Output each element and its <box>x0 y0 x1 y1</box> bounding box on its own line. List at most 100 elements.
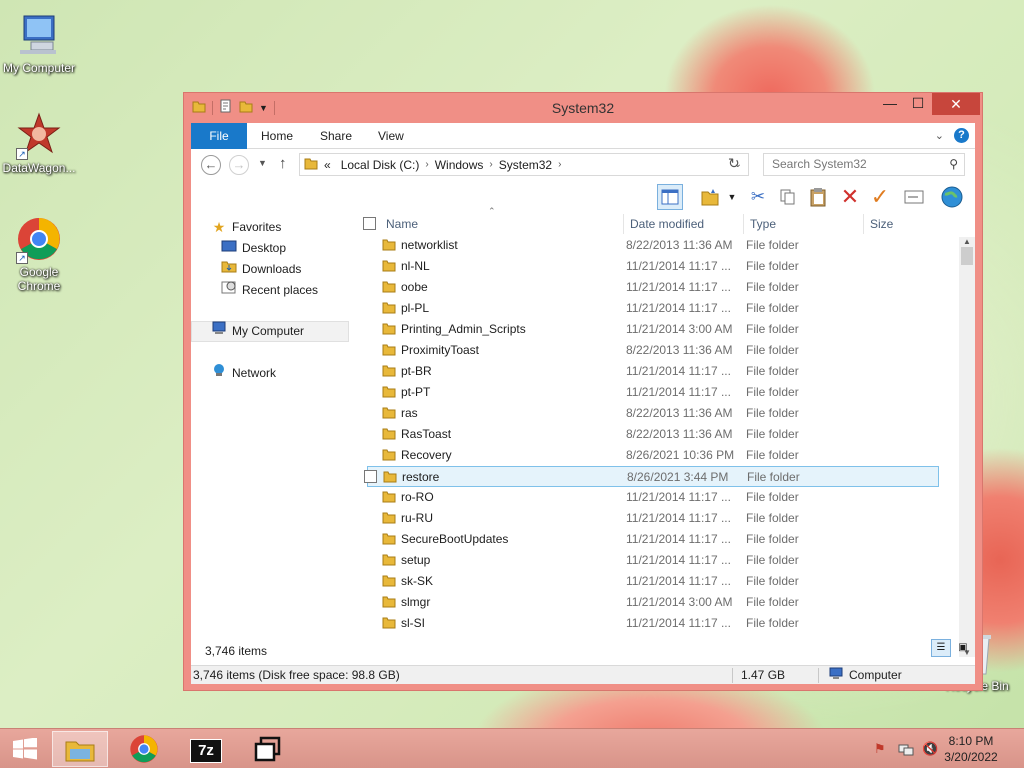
maximize-button[interactable]: ☐ <box>904 95 932 117</box>
explorer-window[interactable]: ▼ System32 — ☐ ✕ File Home Share View ⌄ … <box>183 92 983 691</box>
tab-share[interactable]: Share <box>320 123 352 149</box>
large-icons-view-icon[interactable]: ▣ <box>953 639 973 657</box>
chevron-right-icon[interactable]: › <box>425 159 428 170</box>
start-button[interactable] <box>0 731 50 767</box>
taskbar-clock[interactable]: 8:10 PM 3/20/2022 <box>926 733 1016 765</box>
tab-home[interactable]: Home <box>261 123 293 149</box>
chrome-icon: ↗ <box>16 216 62 264</box>
taskbar-task-switch[interactable] <box>240 731 296 767</box>
table-row[interactable]: pt-PT 11/21/2014 11:17 ... File folder <box>367 382 939 403</box>
chevron-down-icon[interactable]: ▼ <box>719 184 745 210</box>
table-row[interactable]: nl-NL 11/21/2014 11:17 ... File folder <box>367 256 939 277</box>
tab-view[interactable]: View <box>378 123 404 149</box>
taskbar-chrome[interactable] <box>116 731 172 767</box>
nav-recent-places[interactable]: Recent places <box>221 280 318 301</box>
network-tray-icon[interactable] <box>898 729 914 768</box>
address-row: ← → ▼ ↑ « Local Disk (C:) › Windows › Sy… <box>191 149 975 181</box>
file-date-modified: 11/21/2014 11:17 ... <box>626 301 731 315</box>
paste-icon[interactable] <box>805 184 831 210</box>
nav-desktop[interactable]: Desktop <box>221 238 286 259</box>
recent-locations-dropdown[interactable]: ▼ <box>258 158 267 168</box>
folder-icon <box>383 471 397 483</box>
table-row[interactable]: networklist 8/22/2013 11:36 AM File folder <box>367 235 939 256</box>
globe-icon[interactable] <box>939 184 965 210</box>
vertical-scrollbar[interactable]: ▲ ▼ <box>959 237 975 657</box>
scroll-thumb[interactable] <box>961 247 973 265</box>
table-row[interactable]: restore 8/26/2021 3:44 PM File folder <box>364 466 939 487</box>
table-row[interactable]: sk-SK 11/21/2014 11:17 ... File folder <box>367 571 939 592</box>
desktop-icon-datawagon[interactable]: ↗ DataWagon... <box>0 112 78 175</box>
table-row[interactable]: Recovery 8/26/2021 10:36 PM File folder <box>367 445 939 466</box>
table-row[interactable]: ProximityToast 8/22/2013 11:36 AM File fol… <box>367 340 939 361</box>
column-header-size[interactable]: Size <box>870 211 893 237</box>
nav-label: Network <box>232 366 277 380</box>
nav-downloads[interactable]: Downloads <box>221 259 301 280</box>
delete-icon[interactable]: ✕ <box>837 184 863 210</box>
action-center-flag-icon[interactable]: ⚑ <box>874 729 886 768</box>
table-row[interactable]: oobe 11/21/2014 11:17 ... File folder <box>367 277 939 298</box>
desktop-icon-my-computer[interactable]: My Computer <box>0 12 78 75</box>
cut-icon[interactable]: ✂ <box>745 184 771 210</box>
row-checkbox[interactable] <box>364 470 377 483</box>
refresh-icon[interactable]: ↻ <box>728 155 740 172</box>
table-row[interactable]: SecureBootUpdates 11/21/2014 11:17 ... Fil… <box>367 529 939 550</box>
table-row[interactable]: pl-PL 11/21/2014 11:17 ... File folder <box>367 298 939 319</box>
preview-pane-icon[interactable] <box>657 184 683 210</box>
copy-icon[interactable] <box>775 184 801 210</box>
breadcrumb-system32[interactable]: System32 <box>499 158 552 172</box>
nav-favorites[interactable]: ★ Favorites <box>211 217 282 238</box>
status-items: 3,746 items (Disk free space: 98.8 GB) <box>193 668 400 682</box>
file-type: File folder <box>746 343 799 357</box>
back-button[interactable]: ← <box>201 155 221 175</box>
column-header-type[interactable]: Type <box>750 211 776 237</box>
desktop-icon-google-chrome[interactable]: ↗ Google Chrome <box>0 216 78 293</box>
rename-icon[interactable] <box>901 184 927 210</box>
folder-icon <box>382 575 396 587</box>
expand-ribbon-icon[interactable]: ⌄ <box>935 129 944 142</box>
breadcrumb-windows[interactable]: Windows <box>435 158 484 172</box>
forward-button[interactable]: → <box>229 155 249 175</box>
up-button[interactable]: ↑ <box>279 155 287 172</box>
table-row[interactable]: ras 8/22/2013 11:36 AM File folder <box>367 403 939 424</box>
file-type: File folder <box>746 595 799 609</box>
table-row[interactable]: setup 11/21/2014 11:17 ... File folder <box>367 550 939 571</box>
column-header-date[interactable]: Date modified <box>630 211 704 237</box>
search-icon[interactable]: ⚲ <box>949 154 958 175</box>
file-name: ru-RU <box>401 511 433 525</box>
taskbar-file-explorer[interactable] <box>52 731 108 767</box>
minimize-button[interactable]: — <box>876 95 904 117</box>
file-name: oobe <box>401 280 428 294</box>
file-name: RasToast <box>401 427 452 441</box>
taskbar-7zip[interactable]: 7z <box>178 731 234 767</box>
nav-network[interactable]: Network <box>211 363 276 384</box>
file-date-modified: 11/21/2014 11:17 ... <box>626 574 731 588</box>
address-overflow[interactable]: « <box>324 158 331 172</box>
details-view-icon[interactable]: ☰ <box>931 639 951 657</box>
table-row[interactable]: RasToast 8/22/2013 11:36 AM File folder <box>367 424 939 445</box>
close-button[interactable]: ✕ <box>932 93 980 115</box>
select-all-checkbox[interactable] <box>363 217 376 230</box>
folder-icon <box>382 596 396 608</box>
help-icon[interactable]: ? <box>954 128 969 143</box>
table-row[interactable]: pt-BR 11/21/2014 11:17 ... File folder <box>367 361 939 382</box>
table-row[interactable]: ru-RU 11/21/2014 11:17 ... File folder <box>367 508 939 529</box>
column-header-name[interactable]: Name <box>386 211 418 237</box>
folder-icon <box>382 428 396 440</box>
file-type: File folder <box>746 259 799 273</box>
checkmark-icon[interactable]: ✓ <box>867 184 893 210</box>
breadcrumb-local-disk[interactable]: Local Disk (C:) <box>341 158 420 172</box>
title-bar[interactable]: ▼ System32 — ☐ ✕ <box>184 93 982 123</box>
shortcut-arrow-icon: ↗ <box>16 148 28 160</box>
table-row[interactable]: ro-RO 11/21/2014 11:17 ... File folder <box>367 487 939 508</box>
table-row[interactable]: slmgr 11/21/2014 3:00 AM File folder <box>367 592 939 613</box>
chevron-right-icon[interactable]: › <box>558 159 561 170</box>
table-row[interactable]: Printing_Admin_Scripts 11/21/2014 3:00 AM… <box>367 319 939 340</box>
folder-icon <box>304 156 318 173</box>
chevron-right-icon[interactable]: › <box>489 159 492 170</box>
search-input[interactable]: Search System32 ⚲ <box>763 153 965 176</box>
tab-file[interactable]: File <box>191 123 247 149</box>
nav-my-computer[interactable]: My Computer <box>191 321 349 342</box>
address-bar[interactable]: « Local Disk (C:) › Windows › System32 ›… <box>299 153 749 176</box>
scroll-up-icon[interactable]: ▲ <box>959 237 975 246</box>
table-row[interactable]: sl-SI 11/21/2014 11:17 ... File folder <box>367 613 939 634</box>
